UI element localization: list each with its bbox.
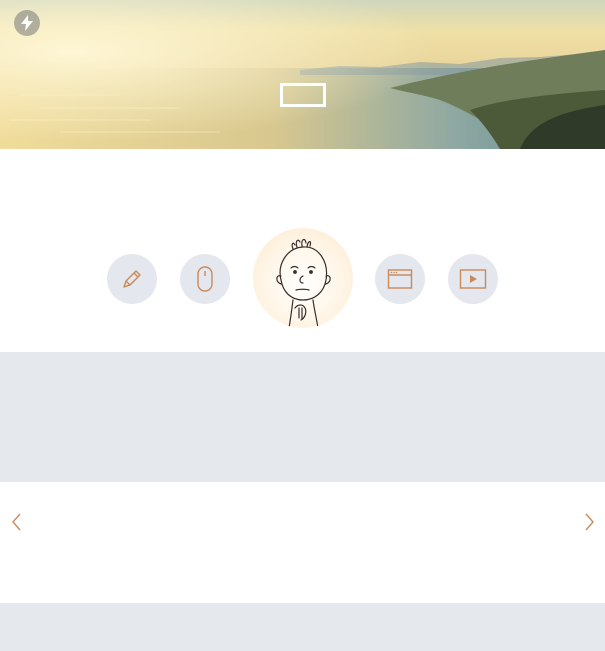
play-video-icon — [459, 269, 487, 289]
footer-band — [0, 603, 605, 651]
browser-window-icon — [387, 269, 413, 289]
mouse-icon — [197, 266, 213, 292]
slider-next-button[interactable] — [580, 510, 600, 534]
lightning-bolt-icon — [21, 15, 33, 31]
pencil-nav-button[interactable] — [107, 254, 157, 304]
hero-banner — [0, 0, 605, 149]
mouse-nav-button[interactable] — [180, 254, 230, 304]
profile-avatar[interactable] — [253, 228, 353, 328]
content-band — [0, 352, 605, 482]
coastline-photo — [0, 0, 605, 149]
cartoon-face-icon — [276, 238, 331, 328]
site-logo[interactable] — [280, 83, 326, 107]
chevron-left-icon — [12, 513, 21, 531]
pencil-icon — [123, 270, 141, 288]
browser-nav-button[interactable] — [375, 254, 425, 304]
feature-icon-row — [0, 149, 605, 352]
chevron-right-icon — [585, 513, 594, 531]
testimonial-slider — [0, 482, 605, 603]
video-nav-button[interactable] — [448, 254, 498, 304]
lightning-bolt-button[interactable] — [14, 10, 40, 36]
slider-prev-button[interactable] — [6, 510, 26, 534]
